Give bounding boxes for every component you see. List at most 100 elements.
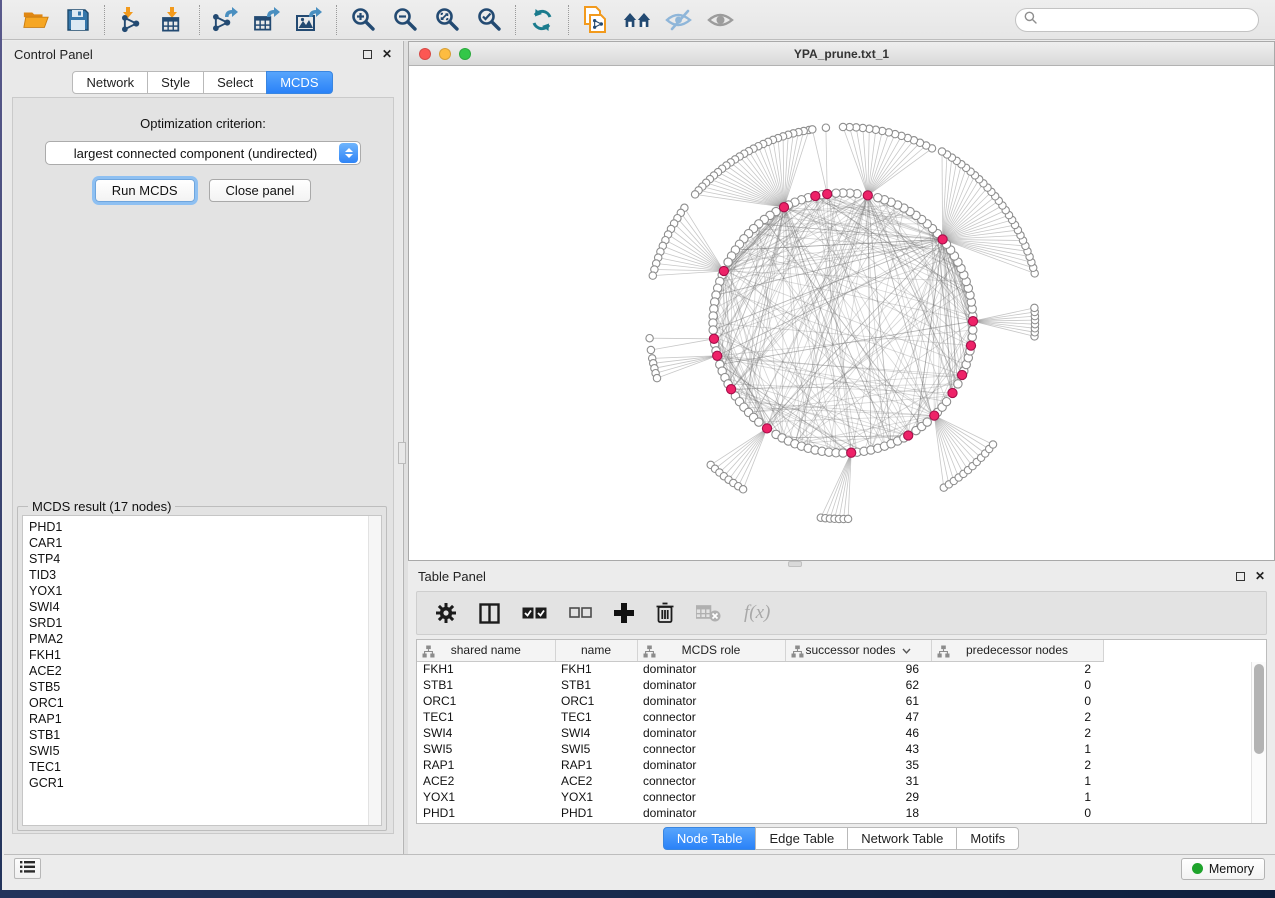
table-cell[interactable]: STB1 [417,677,555,693]
show-all-icon[interactable] [707,7,735,33]
duplicate-network-icon[interactable] [581,7,609,33]
horizontal-splitter-grip[interactable] [788,561,802,567]
table-cell[interactable]: YOX1 [417,789,555,805]
table-row[interactable]: SWI4SWI4dominator462 [417,725,1103,741]
column-header-name[interactable]: name [555,640,637,661]
table-cell[interactable]: 0 [931,805,1103,821]
table-cell[interactable]: dominator [637,757,785,773]
table-cell[interactable]: 2 [931,709,1103,725]
column-header-predecessor-nodes[interactable]: predecessor nodes [931,640,1103,661]
table-cell[interactable]: dominator [637,677,785,693]
table-cell[interactable]: ORC1 [555,693,637,709]
float-table-panel-icon[interactable] [1236,572,1245,581]
table-cell[interactable]: 2 [931,661,1103,677]
deselect-all-rows-icon[interactable] [569,607,592,619]
tab-network-table[interactable]: Network Table [847,827,957,850]
table-row[interactable]: ACE2ACE2connector311 [417,773,1103,789]
table-cell[interactable]: 43 [785,741,931,757]
column-header-MCDS-role[interactable]: MCDS role [637,640,785,661]
table-cell[interactable]: 61 [785,693,931,709]
table-cell[interactable]: PHD1 [417,805,555,821]
table-row[interactable]: SWI5SWI5connector431 [417,741,1103,757]
table-cell[interactable]: 29 [785,789,931,805]
zoom-fit-icon[interactable] [433,7,461,33]
tab-motifs[interactable]: Motifs [956,827,1019,850]
table-row[interactable]: PHD1PHD1dominator180 [417,805,1103,821]
table-cell[interactable]: connector [637,773,785,789]
table-cell[interactable]: ACE2 [555,773,637,789]
table-cell[interactable]: TEC1 [555,709,637,725]
table-settings-icon[interactable] [435,602,457,624]
table-cell[interactable]: FKH1 [417,661,555,677]
mcds-result-item[interactable]: TEC1 [29,759,381,775]
table-row[interactable]: YOX1YOX1connector291 [417,789,1103,805]
table-cell[interactable]: SWI4 [555,725,637,741]
run-mcds-button[interactable]: Run MCDS [95,179,195,202]
import-network-icon[interactable] [117,7,145,33]
tab-node-table[interactable]: Node Table [663,827,757,850]
table-row[interactable]: RAP1RAP1dominator352 [417,757,1103,773]
result-list-scrollbar[interactable] [368,516,381,825]
mcds-result-item[interactable]: STB5 [29,679,381,695]
zoom-out-icon[interactable] [391,7,419,33]
table-row[interactable]: FKH1FKH1dominator962 [417,661,1103,677]
mcds-result-item[interactable]: ACE2 [29,663,381,679]
float-panel-icon[interactable] [363,50,372,59]
table-cell[interactable]: dominator [637,661,785,677]
mcds-result-item[interactable]: PHD1 [29,519,381,535]
table-cell[interactable]: 0 [931,677,1103,693]
close-table-panel-icon[interactable]: ✕ [1255,572,1265,581]
table-cell[interactable]: 0 [931,693,1103,709]
table-cell[interactable]: dominator [637,693,785,709]
column-browser-icon[interactable] [479,603,500,624]
memory-button[interactable]: Memory [1181,858,1265,880]
search-input[interactable] [1042,13,1250,27]
table-cell[interactable]: connector [637,709,785,725]
chevron-down-icon[interactable] [902,643,911,657]
refresh-view-icon[interactable] [528,7,556,33]
export-network-icon[interactable] [212,7,240,33]
table-cell[interactable]: 1 [931,789,1103,805]
table-row[interactable]: STB1STB1dominator620 [417,677,1103,693]
export-image-icon[interactable] [296,7,324,33]
table-cell[interactable]: connector [637,789,785,805]
table-cell[interactable]: ORC1 [417,693,555,709]
mcds-result-list[interactable]: PHD1CAR1STP4TID3YOX1SWI4SRD1PMA2FKH1ACE2… [22,515,382,826]
table-cell[interactable]: TEC1 [417,709,555,725]
table-scrollbar[interactable] [1251,662,1266,823]
select-all-rows-icon[interactable] [522,607,547,620]
table-cell[interactable]: 35 [785,757,931,773]
tab-select[interactable]: Select [203,71,267,94]
table-cell[interactable]: dominator [637,725,785,741]
table-cell[interactable]: 2 [931,757,1103,773]
table-cell[interactable]: ACE2 [417,773,555,789]
delete-rows-icon[interactable] [656,602,674,624]
table-cell[interactable]: 1 [931,773,1103,789]
table-cell[interactable]: YOX1 [555,789,637,805]
mcds-result-item[interactable]: STB1 [29,727,381,743]
table-cell[interactable]: STB1 [555,677,637,693]
table-cell[interactable]: 18 [785,805,931,821]
mcds-result-item[interactable]: CAR1 [29,535,381,551]
vertical-splitter-grip[interactable] [398,442,406,464]
table-row[interactable]: ORC1ORC1dominator610 [417,693,1103,709]
mcds-result-item[interactable]: FKH1 [29,647,381,663]
column-header-shared-name[interactable]: shared name [417,640,555,661]
tab-network[interactable]: Network [72,71,148,94]
table-row[interactable]: TEC1TEC1connector472 [417,709,1103,725]
task-history-button[interactable] [14,858,41,879]
mcds-result-item[interactable]: SWI5 [29,743,381,759]
tab-edge-table[interactable]: Edge Table [755,827,848,850]
mcds-result-item[interactable]: SRD1 [29,615,381,631]
network-titlebar[interactable]: YPA_prune.txt_1 [409,42,1274,66]
close-panel-icon[interactable]: ✕ [382,50,392,59]
close-panel-button[interactable]: Close panel [209,179,312,202]
zoom-in-icon[interactable] [349,7,377,33]
tab-style[interactable]: Style [147,71,204,94]
mcds-result-item[interactable]: RAP1 [29,711,381,727]
table-scrollbar-thumb[interactable] [1254,664,1264,754]
save-session-icon[interactable] [64,7,92,33]
add-row-icon[interactable] [614,603,634,623]
table-cell[interactable]: SWI5 [417,741,555,757]
hide-selected-icon[interactable] [665,7,693,33]
